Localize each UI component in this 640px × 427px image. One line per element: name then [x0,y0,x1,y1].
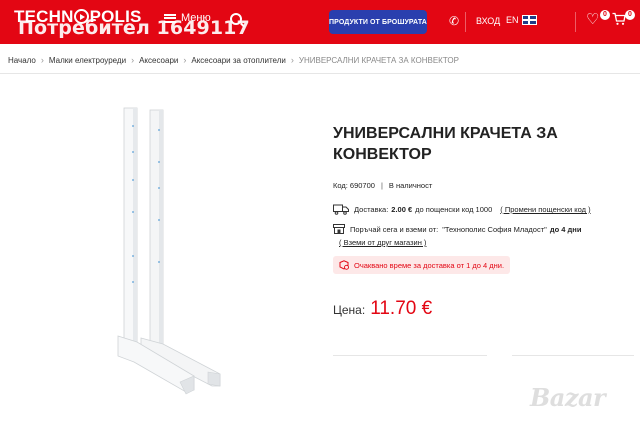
bazar-watermark: Bazar [530,383,606,412]
breadcrumb-item[interactable]: Начало [8,56,36,65]
wishlist-count-badge: 0 [600,10,610,20]
delivery-label: Доставка: [354,205,389,214]
menu-button[interactable]: Меню [164,12,211,24]
chevron-right-icon: › [290,55,294,65]
product-code: Код: 690700 [333,181,375,190]
cart-icon[interactable] [612,12,626,26]
wishlist-heart-icon[interactable]: ♡ [586,12,599,27]
product-code-line: Код: 690700 | В наличност [333,181,432,190]
pickup-info: Поръчай сега и вземи от: "Технополис Соф… [333,224,581,247]
change-postcode-link[interactable]: ( Промени пощенски код ) [500,205,590,214]
separator: | [380,181,383,190]
divider [0,73,640,74]
eta-text: Очаквано време за доставка от 1 до 4 дни… [354,260,505,270]
header-divider [465,12,466,32]
other-store-link[interactable]: ( Вземи от друг магазин ) [339,238,581,247]
delivery-postcode: до пощенски код 1000 [415,205,493,214]
cart-count-badge: 0 [625,10,635,20]
price-label: Цена: [333,303,366,317]
site-header: TECHN POLIS Потребител 1649117 Меню ПРОДУ… [0,0,640,44]
chevron-right-icon: › [131,55,135,65]
chevron-right-icon: › [40,55,44,65]
breadcrumb-item[interactable]: Аксесоари за отоплители [191,56,286,65]
pickup-store-name: "Технополис София Младост" [442,224,547,234]
truck-icon [333,204,349,215]
language-switcher[interactable]: EN [506,15,537,25]
divider [512,355,634,356]
pickup-days: до 4 дни [549,224,582,234]
language-label: EN [506,15,519,25]
divider [333,355,487,356]
uk-flag-icon [521,15,537,25]
phone-icon[interactable]: ✆ [449,15,459,27]
box-clock-icon [339,260,349,270]
availability-status: В наличност [388,181,433,190]
user-overlay-text: Потребител 1649117 [18,17,250,39]
breadcrumb-item[interactable]: Малки електроуреди [49,56,126,65]
menu-label: Меню [181,12,211,24]
chevron-right-icon: › [183,55,187,65]
delivery-info: Доставка: 2.00 € до пощенски код 1000 ( … [333,204,591,215]
delivery-price: 2.00 € [391,205,413,214]
breadcrumb: Начало › Малки електроуреди › Аксесоари … [8,55,459,65]
product-image[interactable] [100,104,224,400]
breadcrumb-item[interactable]: Аксесоари [139,56,178,65]
delivery-eta-notice: Очаквано време за доставка от 1 до 4 дни… [333,256,511,274]
store-icon [333,224,345,234]
search-icon[interactable] [230,13,242,25]
price-value: 11.70 € [370,298,433,319]
login-link[interactable]: ВХОД [476,16,500,26]
hamburger-icon [164,13,176,23]
price-block: Цена: 11.70 € [333,298,432,320]
breadcrumb-current: УНИВЕРСАЛНИ КРАЧЕТА ЗА КОНВЕКТОР [298,55,459,65]
product-title: УНИВЕРСАЛНИ КРАЧЕТА ЗА КОНВЕКТОР [333,125,558,163]
pickup-label: Поръчай сега и вземи от: [350,224,439,234]
header-divider [575,12,576,32]
brochure-products-button[interactable]: ПРОДУКТИ ОТ БРОШУРАТА [329,10,427,34]
